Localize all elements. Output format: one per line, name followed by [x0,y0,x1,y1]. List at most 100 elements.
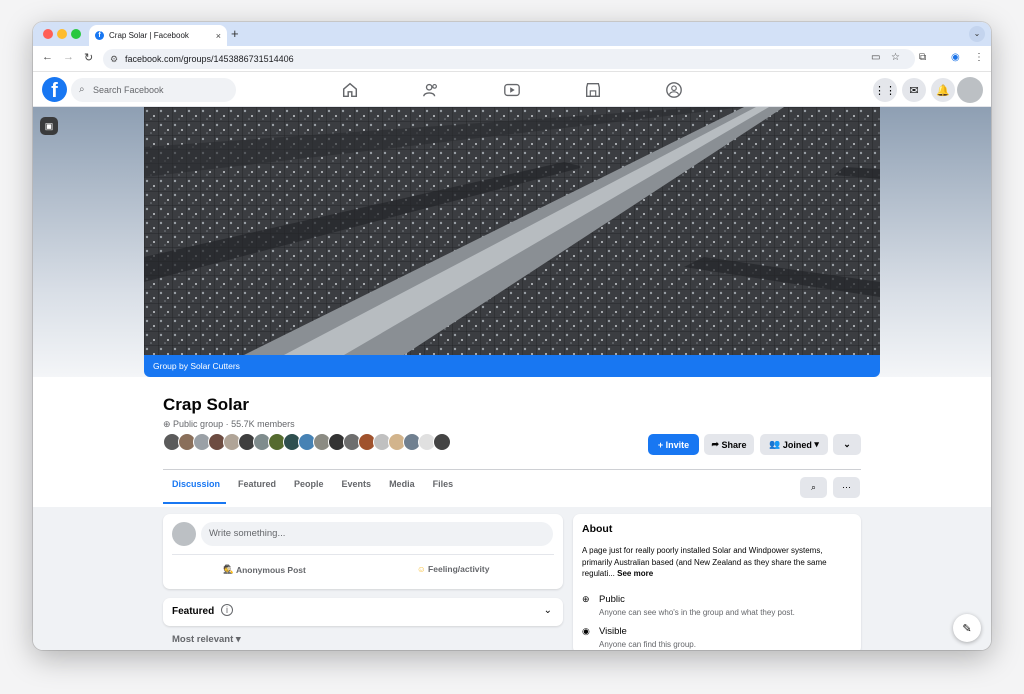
search-group-button[interactable]: ⌕ [800,477,827,498]
share-label: Share [721,439,747,450]
new-message-button[interactable]: ✎ [953,614,981,642]
tab-title: Crap Solar | Facebook [109,31,189,40]
joined-button[interactable]: 👥 Joined ▾ [760,434,828,455]
cover-caption-prefix: Group by [153,361,191,371]
globe-icon: ⊕ [163,419,174,429]
tab-featured[interactable]: Featured [229,479,285,489]
tab-media[interactable]: Media [380,479,424,489]
url-text: facebook.com/groups/1453886731514406 [125,54,294,64]
tab-search-icon[interactable]: ⌄ [969,26,985,42]
visibility-description: Anyone can find this group. [599,640,696,649]
write-something-input[interactable]: Write something... [201,522,553,546]
eye-icon: ◉ [582,626,590,636]
group-name: Crap Solar [163,395,249,414]
tab-more-button[interactable]: ⋯ [833,477,860,498]
info-icon[interactable]: i [221,604,233,616]
notifications-bell-icon[interactable]: 🔔 [931,78,955,102]
anonymous-post-label: Anonymous Post [235,564,306,575]
visibility-title: Visible [599,626,627,637]
share-icon: ➦ [711,439,722,449]
anonymous-icon: 🕵 [223,564,236,574]
feeling-activity-button[interactable]: ☺ Feeling/activity [417,564,489,574]
composer-card: Write something... 🕵 Anonymous Post ☺ Fe… [163,514,563,589]
group-owner-link[interactable]: Solar Cutters [190,361,240,371]
tab-close-icon[interactable]: × [216,31,221,41]
new-tab-button[interactable]: + [231,26,239,41]
search-icon: ⌕ [79,84,85,95]
members-icon: 👥 [769,439,783,449]
cover-photo [144,107,880,355]
browser-window: f Crap Solar | Facebook × + ⌄ ← → ↻ ⚙ fa… [33,22,991,650]
featured-title: Featured [172,606,215,617]
facebook-favicon-icon: f [95,31,104,40]
minimize-window-button[interactable] [57,29,67,39]
tab-people[interactable]: People [285,479,333,489]
messenger-icon[interactable]: ✉ [902,78,926,102]
watch-icon[interactable] [503,81,521,99]
privacy-title: Public [599,594,625,605]
active-tab-indicator [163,502,226,504]
joined-label: Joined [782,439,812,450]
composer-divider [172,554,554,555]
invite-button[interactable]: + Invite [648,434,699,455]
browser-tab[interactable]: f Crap Solar | Facebook × [89,25,227,46]
caret-down-icon: ▾ [233,634,241,645]
close-window-button[interactable] [43,29,53,39]
member-avatars[interactable] [163,433,451,453]
reload-icon[interactable]: ↻ [84,51,93,64]
site-info-icon[interactable]: ⚙ [110,49,118,69]
anonymous-post-button[interactable]: 🕵 Anonymous Post [223,564,306,575]
back-icon[interactable]: ← [42,51,53,63]
member-avatar[interactable] [433,433,451,451]
tab-files[interactable]: Files [424,479,463,489]
search-icon: ⌕ [810,482,817,492]
tab-strip: f Crap Solar | Facebook × + ⌄ [33,22,991,46]
sidebar-toggle-icon[interactable]: ▣ [40,117,58,135]
forward-icon[interactable]: → [63,51,74,63]
user-avatar[interactable] [172,522,196,546]
group-page: ▣ Group by Solar Cutters Crap Solar ⊕ Pu… [33,107,991,650]
ellipsis-icon: ⋯ [842,482,851,492]
share-button[interactable]: ➦ Share [704,434,754,455]
cast-icon[interactable]: ▭ [871,52,880,63]
more-options-button[interactable]: ⌄ [833,434,861,455]
group-meta: ⊕ Public group · 55.7K members [163,419,295,430]
home-icon[interactable] [341,81,359,99]
desktop-background: f Crap Solar | Facebook × + ⌄ ← → ↻ ⚙ fa… [0,0,1024,694]
search-placeholder: Search Facebook [93,85,164,95]
group-tabs: Discussion Featured People Events Media Files [163,479,462,489]
profile-icon[interactable]: ◉ [951,52,960,63]
friends-icon[interactable] [422,81,440,99]
bookmark-star-icon[interactable]: ☆ [891,52,900,63]
browser-menu-icon[interactable]: ⋮ [974,52,984,63]
address-bar[interactable]: ⚙ facebook.com/groups/1453886731514406 [103,49,915,69]
account-avatar[interactable] [957,77,983,103]
search-input[interactable]: ⌕ Search Facebook [71,78,236,102]
compose-icon: ✎ [962,622,972,635]
sort-dropdown[interactable]: Most relevant ▾ [172,634,241,645]
cover-caption-bar: Group by Solar Cutters [144,355,880,377]
about-description: A page just for really poorly installed … [582,545,844,580]
facebook-logo-icon[interactable]: f [42,77,67,102]
privacy-description: Anyone can see who's in the group and wh… [599,608,795,617]
marketplace-icon[interactable] [584,81,602,99]
see-more-link[interactable]: See more [617,569,653,578]
globe-icon: ⊕ [582,594,590,604]
group-privacy-members[interactable]: Public group · 55.7K members [173,419,295,429]
featured-card[interactable]: Featured i ⌄ [163,598,563,626]
about-title: About [582,523,613,535]
tab-events[interactable]: Events [333,479,381,489]
facebook-header: f ⌕ Search Facebook ⋮⋮ ✉ 🔔 [33,73,991,107]
header-divider [163,469,861,470]
chevron-down-icon[interactable]: ⌄ [544,605,552,616]
groups-icon[interactable] [665,81,683,99]
zoom-window-button[interactable] [71,29,81,39]
feeling-activity-label: Feeling/activity [428,564,490,574]
smiley-icon: ☺ [417,564,429,574]
extensions-icon[interactable]: ⧉ [919,52,926,63]
about-card: About A page just for really poorly inst… [573,514,861,650]
tab-discussion[interactable]: Discussion [163,479,229,489]
browser-toolbar: ← → ↻ ⚙ facebook.com/groups/145388673151… [33,46,991,72]
sort-label: Most relevant [172,634,234,645]
menu-grid-icon[interactable]: ⋮⋮ [873,78,897,102]
